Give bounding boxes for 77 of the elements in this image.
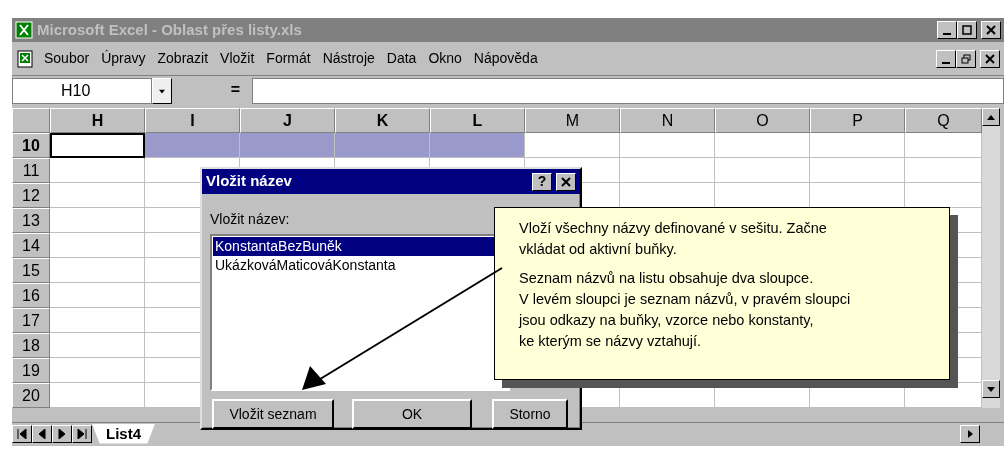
equals-button[interactable]: = — [172, 78, 252, 104]
row-header[interactable]: 19 — [12, 358, 50, 383]
first-sheet-icon — [17, 428, 27, 439]
minimize-button[interactable] — [936, 49, 956, 68]
tooltip-text: Vloží všechny názvy definované v sešitu. Začne vkládat od aktivní buňky. — [519, 219, 828, 259]
dialog-button[interactable]: OK — [352, 399, 472, 429]
dropdown-arrow-icon — [159, 88, 165, 94]
minimize-button[interactable] — [937, 21, 957, 39]
maximize-icon — [962, 25, 972, 35]
column-header[interactable]: H — [50, 108, 145, 133]
column-header[interactable]: K — [335, 108, 430, 133]
restore-icon — [961, 53, 971, 64]
row-header[interactable]: 15 — [12, 258, 50, 283]
close-icon — [985, 53, 995, 64]
column-header[interactable]: N — [620, 108, 715, 133]
close-button[interactable] — [981, 21, 1001, 39]
menu-item[interactable]: Soubor — [38, 46, 96, 71]
help-button[interactable]: ? — [532, 172, 552, 191]
sheet-nav-button[interactable] — [12, 424, 32, 443]
row-header[interactable]: 17 — [12, 308, 50, 333]
column-header[interactable]: I — [145, 108, 240, 133]
menu-item[interactable]: Vložit — [214, 46, 261, 71]
dropdown-button[interactable] — [152, 78, 172, 104]
close-button[interactable] — [980, 49, 1000, 68]
minimize-icon — [943, 33, 951, 35]
next-sheet-icon — [57, 428, 67, 439]
dialog-button[interactable]: Vložit seznam — [212, 399, 334, 429]
formula-field[interactable] — [252, 78, 1004, 104]
menu-item[interactable]: Data — [380, 46, 423, 71]
column-header[interactable]: J — [240, 108, 335, 133]
column-header[interactable]: M — [525, 108, 620, 133]
up-arrow-icon — [987, 114, 995, 120]
menu-item[interactable]: Formát — [260, 46, 317, 71]
list-label: Vložit název: — [210, 210, 290, 229]
previous-sheet-icon — [37, 428, 47, 439]
menu-item[interactable]: Okno — [422, 46, 468, 71]
window-title: Microsoft Excel - Oblast přes listy.xls — [37, 19, 303, 40]
minimize-icon — [942, 61, 950, 64]
scroll-right-button[interactable] — [960, 424, 980, 443]
sheet-tab[interactable]: List4 — [92, 423, 155, 444]
menu-item[interactable]: Úpravy — [95, 46, 152, 71]
last-sheet-icon — [77, 428, 87, 439]
menu-item[interactable]: Nápověda — [467, 46, 544, 71]
maximize-button[interactable] — [956, 49, 976, 68]
close-icon — [986, 25, 996, 35]
sheet-nav-button[interactable] — [52, 424, 72, 443]
row-header[interactable]: 18 — [12, 333, 50, 358]
tooltip-text: Seznam názvů na listu obsahuje dva sloupce. V levém sloupci je seznam názvů, v pravém sloupci jsou odkazy na buňky, vzorce nebo konstanty, ke kterým se názvy vztahují. — [519, 269, 852, 351]
down-arrow-icon — [987, 386, 995, 392]
sheet-nav-button[interactable] — [32, 424, 52, 443]
row-header[interactable]: 12 — [12, 183, 50, 208]
excel-icon — [15, 21, 33, 39]
row-header[interactable]: 10 — [12, 133, 50, 158]
dialog-title: Vložit název — [206, 171, 292, 192]
close-icon — [561, 176, 571, 187]
select-all-button[interactable] — [12, 108, 50, 133]
dialog-button[interactable]: Storno — [492, 399, 568, 429]
scroll-down-button[interactable] — [982, 380, 1000, 398]
column-header[interactable]: Q — [905, 108, 982, 133]
row-header[interactable]: 11 — [12, 158, 50, 183]
name-list[interactable]: KonstantaBezBuněk UkázkováMaticováKonstanta — [210, 234, 510, 391]
scroll-up-button[interactable] — [982, 108, 1000, 126]
menu-item[interactable]: Nástroje — [316, 46, 381, 71]
right-arrow-icon — [967, 429, 973, 438]
menu-item[interactable]: Zobrazit — [151, 46, 215, 71]
row-header[interactable]: 14 — [12, 233, 50, 258]
row-header[interactable]: 13 — [12, 208, 50, 233]
close-button[interactable] — [556, 172, 576, 191]
column-header[interactable]: L — [430, 108, 525, 133]
column-header[interactable]: P — [810, 108, 905, 133]
row-header[interactable]: 16 — [12, 283, 50, 308]
maximize-button[interactable] — [957, 21, 977, 39]
workbook-icon[interactable] — [16, 49, 34, 68]
column-header[interactable]: O — [715, 108, 810, 133]
sheet-nav-button[interactable] — [72, 424, 92, 443]
name-box[interactable]: H10 — [12, 78, 152, 104]
row-header[interactable]: 20 — [12, 383, 50, 408]
